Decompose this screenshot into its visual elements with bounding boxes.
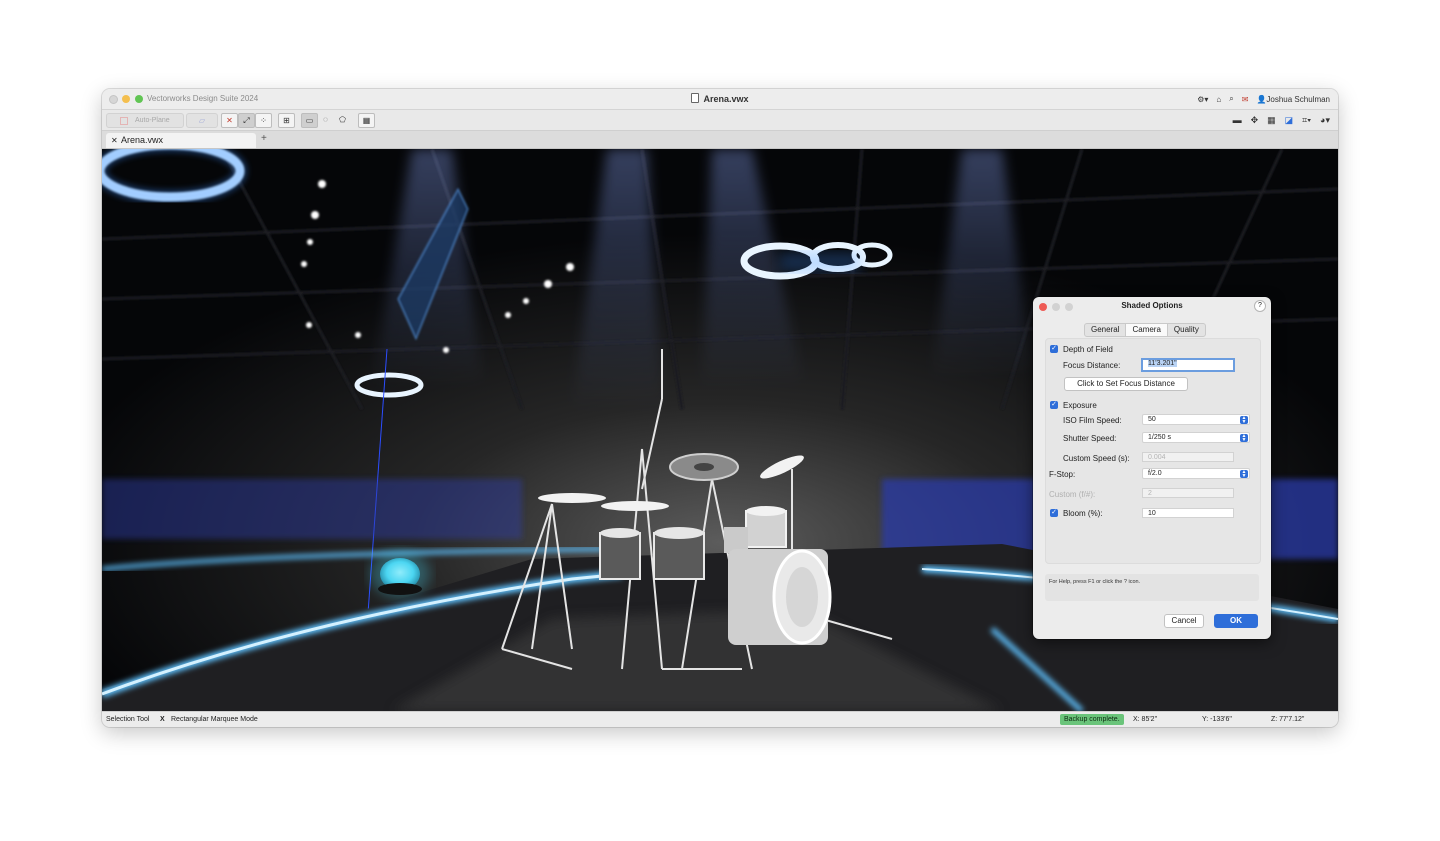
focus-distance-label: Focus Distance: (1063, 361, 1121, 370)
status-separator: X (160, 716, 165, 723)
help-icon[interactable]: ? (1254, 300, 1266, 312)
depth-of-field-checkbox[interactable]: ✓ (1050, 345, 1058, 353)
backup-status-badge: Backup complete. (1060, 714, 1124, 725)
custom-f-input: 2 (1142, 488, 1234, 498)
render-mode-icon[interactable]: ▬ (1233, 115, 1242, 125)
tab-label: Arena.vwx (121, 135, 164, 145)
fstop-select[interactable]: f/2.0 ▲ ▼ (1142, 468, 1250, 479)
lasso-marquee-icon[interactable]: ◌ (318, 113, 333, 126)
focus-distance-input[interactable]: 11'3.201" (1141, 358, 1235, 372)
auto-plane-button[interactable]: Auto-Plane (106, 113, 184, 128)
chevron-updown-icon: ▲ ▼ (1240, 469, 1248, 479)
mail-icon[interactable]: ✉ (1242, 95, 1249, 104)
chevron-updown-icon: ▲ ▼ (1240, 433, 1248, 443)
exposure-checkbox[interactable]: ✓ (1050, 401, 1058, 409)
home-icon[interactable]: ⌂ (1216, 95, 1221, 104)
z-coordinate: Z: 77'7.12" (1271, 716, 1305, 723)
chevron-updown-icon: ▲ ▼ (1240, 415, 1248, 425)
custom-speed-value: 0.004 (1148, 454, 1166, 461)
iso-label: ISO Film Speed: (1063, 416, 1122, 425)
dialog-tab-bar: General Camera Quality (1084, 323, 1206, 337)
polygon-marquee-icon[interactable]: ⬠ (335, 113, 350, 126)
help-text-box: For Help, press F1 or click the ? icon. (1045, 574, 1259, 601)
x-coordinate: X: 85'2" (1133, 716, 1158, 723)
title-bar-tools: ⚙▾ ⌂ ⌕ ✉ 👤Joshua Schulman (1197, 92, 1330, 106)
user-account[interactable]: 👤Joshua Schulman (1256, 95, 1330, 104)
bloom-label: Bloom (%): (1063, 509, 1103, 518)
shaded-view-icon[interactable]: ◪ (1285, 115, 1294, 126)
set-focus-distance-button[interactable]: Click to Set Focus Distance (1064, 377, 1188, 391)
fstop-value: f/2.0 (1148, 470, 1162, 477)
add-tab-icon[interactable]: + (261, 133, 267, 144)
cancel-button[interactable]: Cancel (1164, 614, 1204, 628)
dialog-title: Shaded Options (1121, 301, 1183, 310)
floor-light-orb (370, 550, 430, 598)
bloom-input[interactable]: 10 (1142, 508, 1234, 518)
depth-of-field-label: Depth of Field (1063, 345, 1113, 354)
iso-value: 50 (1148, 416, 1156, 423)
user-icon: 👤 (1256, 94, 1267, 104)
custom-speed-label: Custom Speed (s): (1063, 454, 1130, 463)
transform-mode-icon[interactable]: ⊞ (278, 113, 295, 128)
exposure-label: Exposure (1063, 401, 1097, 410)
shutter-value: 1/250 s (1148, 434, 1171, 441)
custom-speed-input: 0.004 (1142, 452, 1234, 462)
shutter-select[interactable]: 1/250 s ▲ ▼ (1142, 432, 1250, 443)
tab-general[interactable]: General (1085, 324, 1125, 336)
help-text: For Help, press F1 or click the ? icon. (1049, 579, 1141, 585)
bloom-checkbox[interactable]: ✓ (1050, 509, 1058, 517)
search-icon[interactable]: ⌕ (1229, 94, 1233, 104)
close-tab-icon[interactable]: ✕ (111, 133, 118, 148)
camera-settings-panel: ✓ Depth of Field Focus Distance: 11'3.20… (1045, 338, 1261, 564)
view-tools: ▬ ✥ ▦ ◪ ⌗▾ ◕▾ (1233, 113, 1330, 127)
view-center-icon[interactable]: ✥ (1251, 115, 1259, 126)
multiple-object-interaction-icon[interactable]: ⁘ (255, 113, 272, 128)
tab-quality[interactable]: Quality (1168, 324, 1205, 336)
layout-icon[interactable]: ▦ (1267, 115, 1276, 126)
lighting-options-icon[interactable]: ◕▾ (1320, 115, 1330, 126)
user-name: Joshua Schulman (1266, 94, 1330, 104)
y-coordinate: Y: -133'6" (1202, 716, 1232, 723)
shaded-options-dialog: Shaded Options ? General Camera Quality … (1033, 297, 1271, 639)
ok-button[interactable]: OK (1214, 614, 1258, 628)
auto-plane-label: Auto-Plane (135, 117, 170, 124)
status-bar: Selection Tool X Rectangular Marquee Mod… (102, 711, 1338, 727)
shutter-label: Shutter Speed: (1063, 434, 1117, 443)
tab-camera[interactable]: Camera (1125, 324, 1168, 336)
fstop-label: F-Stop: (1049, 470, 1076, 479)
single-object-interaction-icon[interactable]: ⤢ (238, 113, 255, 128)
custom-f-value: 2 (1148, 490, 1152, 497)
snap-off-icon[interactable]: ✕ (221, 113, 238, 128)
plane-selector[interactable]: ▱ (186, 113, 218, 128)
bloom-value: 10 (1148, 510, 1156, 517)
document-tab-strip: ✕ Arena.vwx + (102, 131, 1338, 149)
focus-distance-value: 11'3.201" (1148, 360, 1177, 367)
rectangular-marquee-icon[interactable]: ▭ (301, 113, 318, 128)
iso-select[interactable]: 50 ▲ ▼ (1142, 414, 1250, 425)
settings-gear-icon[interactable]: ⚙▾ (1197, 95, 1208, 104)
document-title-text: Arena.vwx (703, 94, 749, 104)
view-bar: Auto-Plane ▱ ✕ ⤢ ⁘ ⊞ ▭ ◌ ⬠ ▦ ▬ ✥ ▦ ◪ ⌗▾ … (102, 110, 1338, 131)
status-tool: Selection Tool (106, 716, 150, 723)
plane-icon (120, 117, 128, 125)
document-title: Arena.vwx (102, 93, 1338, 104)
document-tab[interactable]: ✕ Arena.vwx (106, 133, 256, 148)
document-icon (691, 93, 700, 103)
selection-options-icon[interactable]: ▦ (358, 113, 375, 128)
title-bar: Vectorworks Design Suite 2024 Arena.vwx … (102, 89, 1338, 110)
working-plane-icon: ▱ (198, 116, 206, 125)
projection-icon[interactable]: ⌗▾ (1302, 115, 1311, 126)
status-mode: Rectangular Marquee Mode (171, 716, 258, 723)
custom-f-label: Custom (f/#): (1049, 490, 1096, 499)
